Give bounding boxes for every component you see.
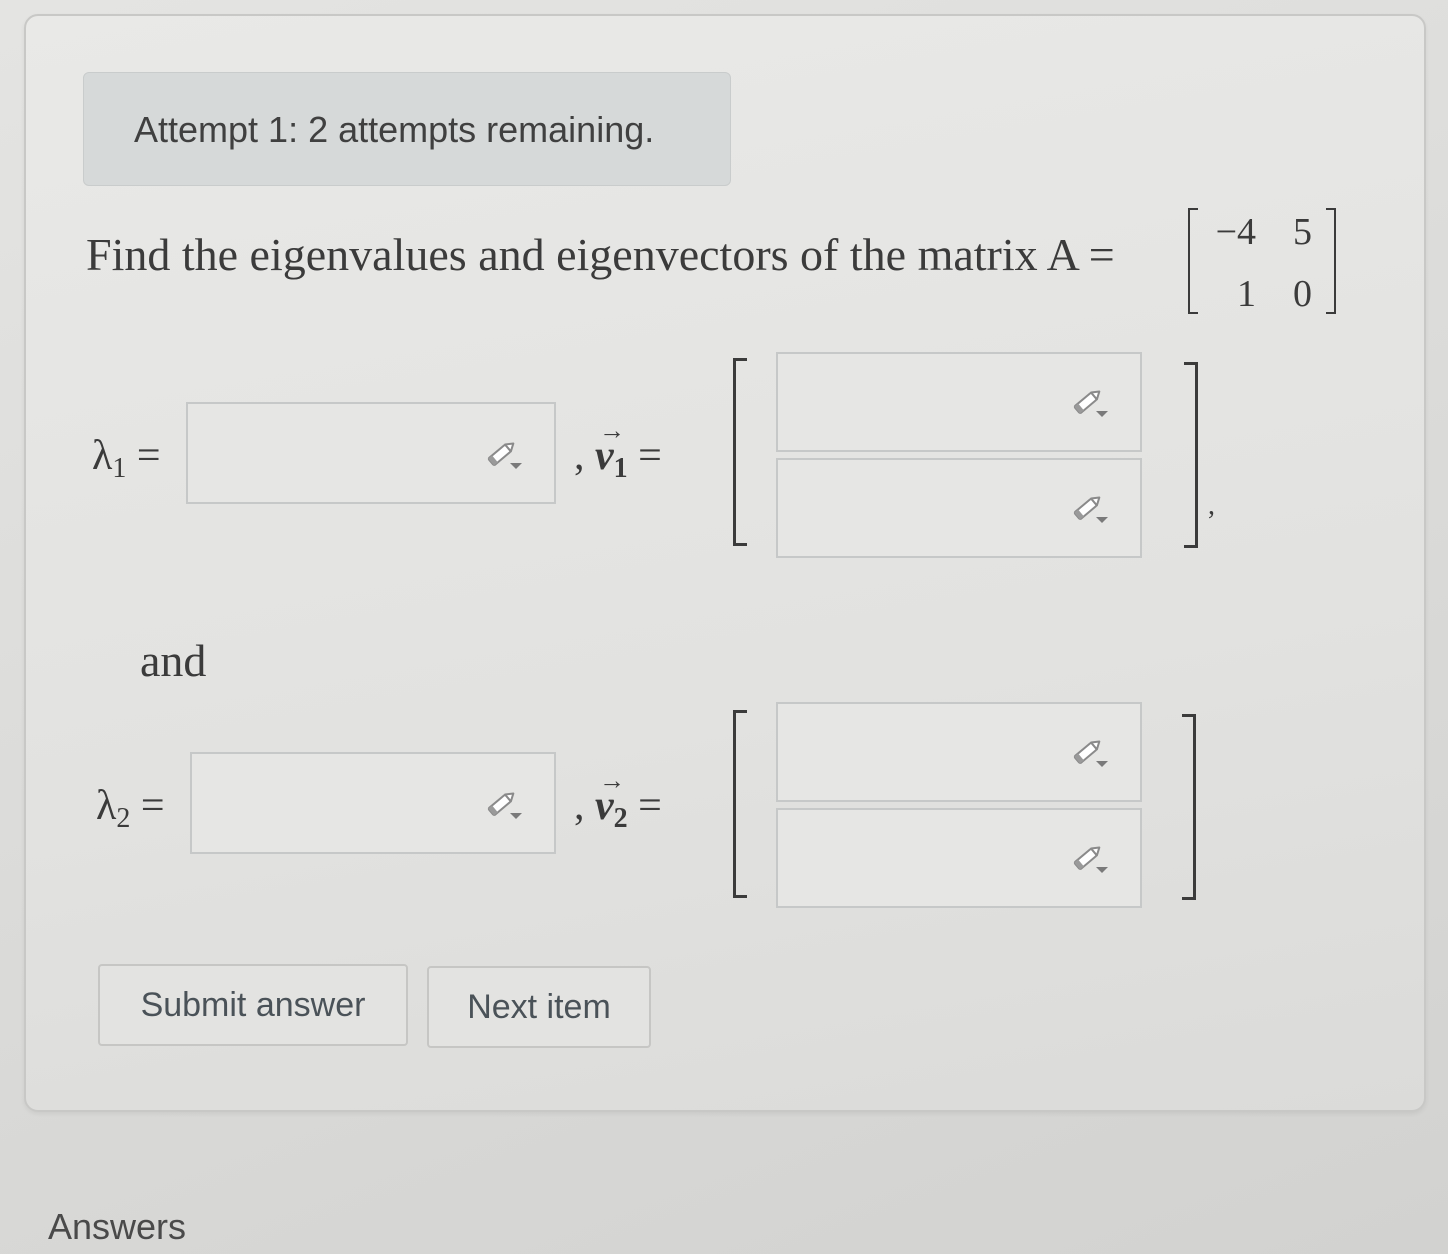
pencil-dropdown-icon[interactable] [1070,842,1110,876]
submit-answer-button[interactable]: Submit answer [98,964,408,1046]
matrix-cell-2-2: 0 [1293,273,1312,315]
equals-sign: = [140,783,165,829]
lambda-1-label: λ1 = [92,432,161,485]
vector-arrow-icon: → [599,416,625,445]
vector-2-right-bracket [1182,714,1196,900]
equals-sign: = [136,433,161,479]
vector-v1: → v [595,416,625,480]
vector-subscript: 1 [613,453,628,484]
matrix-a: −4 5 1 0 [1182,208,1342,318]
trailing-comma: , [1208,490,1215,521]
matrix-right-bracket [1326,208,1336,314]
pencil-dropdown-icon[interactable] [484,788,524,822]
lambda-symbol: λ [92,433,113,479]
vector-2-left-bracket [733,710,747,898]
lambda-1-input[interactable] [186,402,556,504]
lambda-symbol: λ [96,783,117,829]
vector-2-component-1-input[interactable] [776,702,1142,802]
vector-2-label: , → v2 = [574,766,662,835]
comma: , [574,783,585,829]
matrix-cell-1-2: 5 [1293,211,1312,253]
lambda-2-input[interactable] [190,752,556,854]
answers-heading: Answers [48,1206,187,1247]
matrix-cell-2-1: 1 [1237,273,1256,315]
lambda-subscript: 2 [116,803,131,834]
pencil-dropdown-icon[interactable] [1070,736,1110,770]
vector-subscript: 2 [613,803,628,834]
vector-1-right-bracket [1184,362,1198,548]
pencil-dropdown-icon[interactable] [1070,386,1110,420]
vector-1-component-2-input[interactable] [776,458,1142,558]
lambda-2-label: λ2 = [96,782,165,835]
vector-arrow-icon: → [599,766,625,795]
pencil-dropdown-icon[interactable] [484,438,524,472]
matrix-cell-1-1: −4 [1215,211,1256,253]
vector-v2: → v [595,766,625,830]
vector-1-label: , → v1 = [574,416,662,485]
lambda-subscript: 1 [112,453,127,484]
vector-1-component-1-input[interactable] [776,352,1142,452]
comma: , [574,433,585,479]
equals-sign: = [638,433,662,479]
vector-1-left-bracket [733,358,747,546]
vector-2-component-2-input[interactable] [776,808,1142,908]
equals-sign: = [638,783,662,829]
next-item-button[interactable]: Next item [427,966,651,1048]
attempt-banner: Attempt 1: 2 attempts remaining. [83,72,731,186]
pencil-dropdown-icon[interactable] [1070,492,1110,526]
and-connector: and [140,635,207,686]
question-text: Find the eigenvalues and eigenvectors of… [86,229,1115,280]
attempt-text: Attempt 1: 2 attempts remaining. [134,109,655,150]
